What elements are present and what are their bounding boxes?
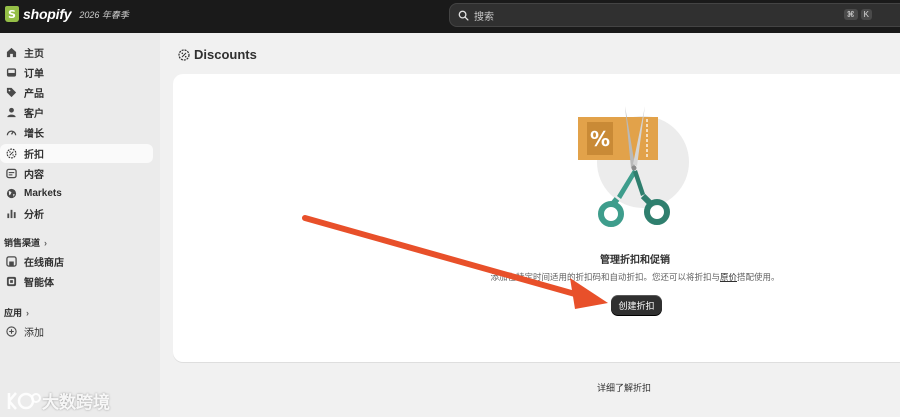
sidebar-item-label: 主页 bbox=[24, 49, 44, 60]
home-icon bbox=[5, 47, 17, 59]
search-placeholder: 搜索 bbox=[474, 11, 494, 23]
sidebar-item-content[interactable]: 内容 bbox=[0, 164, 153, 183]
page-title-text: Discounts bbox=[194, 47, 257, 62]
original-price-link[interactable]: 原价 bbox=[720, 272, 737, 282]
chevron-right-icon: › bbox=[44, 237, 48, 248]
sidebar-item-label: 智能体 bbox=[24, 278, 54, 289]
edition-label: 2026 年春季 bbox=[79, 9, 129, 20]
sidebar-item-online-store[interactable]: 在线商店 bbox=[0, 252, 153, 271]
logo-text: shopify bbox=[23, 6, 72, 22]
sidebar-item-label: 在线商店 bbox=[24, 258, 64, 269]
top-bar: S shopify 2026 年春季 搜索 ⌘ K bbox=[0, 0, 900, 33]
watermark-logo-icon bbox=[7, 391, 41, 410]
search-bar[interactable]: 搜索 ⌘ K bbox=[449, 3, 900, 27]
search-shortcut: ⌘ K bbox=[843, 9, 872, 20]
bar-chart-icon bbox=[5, 208, 17, 220]
tag-icon bbox=[5, 87, 17, 99]
sidebar-item-add-app[interactable]: 添加 bbox=[0, 322, 153, 341]
k-key: K bbox=[860, 9, 872, 20]
sales-channels-label: 销售渠道 bbox=[4, 238, 41, 248]
shopify-bag-icon: S bbox=[5, 6, 19, 22]
create-discount-button[interactable]: 创建折扣 bbox=[611, 295, 662, 315]
sidebar-item-label: Markets bbox=[24, 188, 62, 199]
add-circle-icon bbox=[5, 326, 17, 338]
sales-channels-header[interactable]: 销售渠道 › bbox=[4, 236, 47, 249]
empty-state-heading: 管理折扣和促销 bbox=[600, 255, 670, 266]
globe-icon bbox=[5, 188, 17, 200]
sidebar-item-customers[interactable]: 客户 bbox=[0, 103, 153, 122]
sidebar-item-label: 产品 bbox=[24, 89, 44, 100]
sidebar-item-markets[interactable]: Markets bbox=[0, 184, 153, 203]
sidebar-item-home[interactable]: 主页 bbox=[0, 43, 153, 62]
sidebar-item-products[interactable]: 产品 bbox=[0, 83, 153, 102]
sidebar-item-label: 内容 bbox=[24, 170, 44, 181]
empty-state-description: 添加在特定时间适用的折扣码和自动折扣。您还可以将折扣与原价搭配使用。 bbox=[470, 271, 800, 283]
sidebar-item-label: 客户 bbox=[24, 109, 44, 120]
gauge-icon bbox=[5, 127, 17, 139]
person-icon bbox=[5, 107, 17, 119]
sidebar-item-agent[interactable]: 智能体 bbox=[0, 272, 153, 291]
sidebar-item-label: 添加 bbox=[24, 328, 44, 339]
sidebar-item-label: 订单 bbox=[24, 69, 44, 80]
learn-more-link[interactable]: 详细了解折扣 bbox=[597, 381, 651, 394]
apps-label: 应用 bbox=[4, 308, 23, 318]
search-icon bbox=[458, 10, 469, 21]
description-text: 添加在特定时间适用的折扣码和自动折扣。您还可以将折扣与 bbox=[490, 272, 720, 282]
sidebar-item-growth[interactable]: 增长 bbox=[0, 123, 153, 142]
agent-icon bbox=[5, 276, 17, 288]
sidebar-item-analytics[interactable]: 分析 bbox=[0, 204, 153, 223]
sidebar-item-orders[interactable]: 订单 bbox=[0, 63, 153, 82]
chevron-right-icon: › bbox=[26, 307, 30, 318]
watermark: 大数跨境 bbox=[6, 388, 110, 413]
store-icon bbox=[5, 256, 17, 268]
inbox-icon bbox=[5, 67, 17, 79]
apps-header[interactable]: 应用 › bbox=[4, 306, 29, 319]
svg-text:%: % bbox=[590, 127, 610, 151]
sidebar-item-label: 分析 bbox=[24, 210, 44, 221]
page-title: Discounts bbox=[178, 47, 257, 62]
description-text-suffix: 搭配使用。 bbox=[737, 272, 780, 282]
content-icon bbox=[5, 168, 17, 180]
empty-state-card bbox=[173, 74, 900, 362]
sidebar-item-label: 折扣 bbox=[24, 150, 44, 161]
discount-icon bbox=[178, 48, 190, 61]
sidebar-item-discounts[interactable]: 折扣 bbox=[0, 144, 153, 163]
coupon-scissors-illustration: % bbox=[578, 106, 689, 227]
command-key: ⌘ bbox=[843, 9, 858, 20]
shopify-logo[interactable]: S shopify 2026 年春季 bbox=[5, 6, 129, 22]
discount-icon bbox=[5, 148, 17, 160]
sidebar-item-label: 增长 bbox=[24, 129, 44, 140]
watermark-text: 大数跨境 bbox=[42, 393, 110, 412]
